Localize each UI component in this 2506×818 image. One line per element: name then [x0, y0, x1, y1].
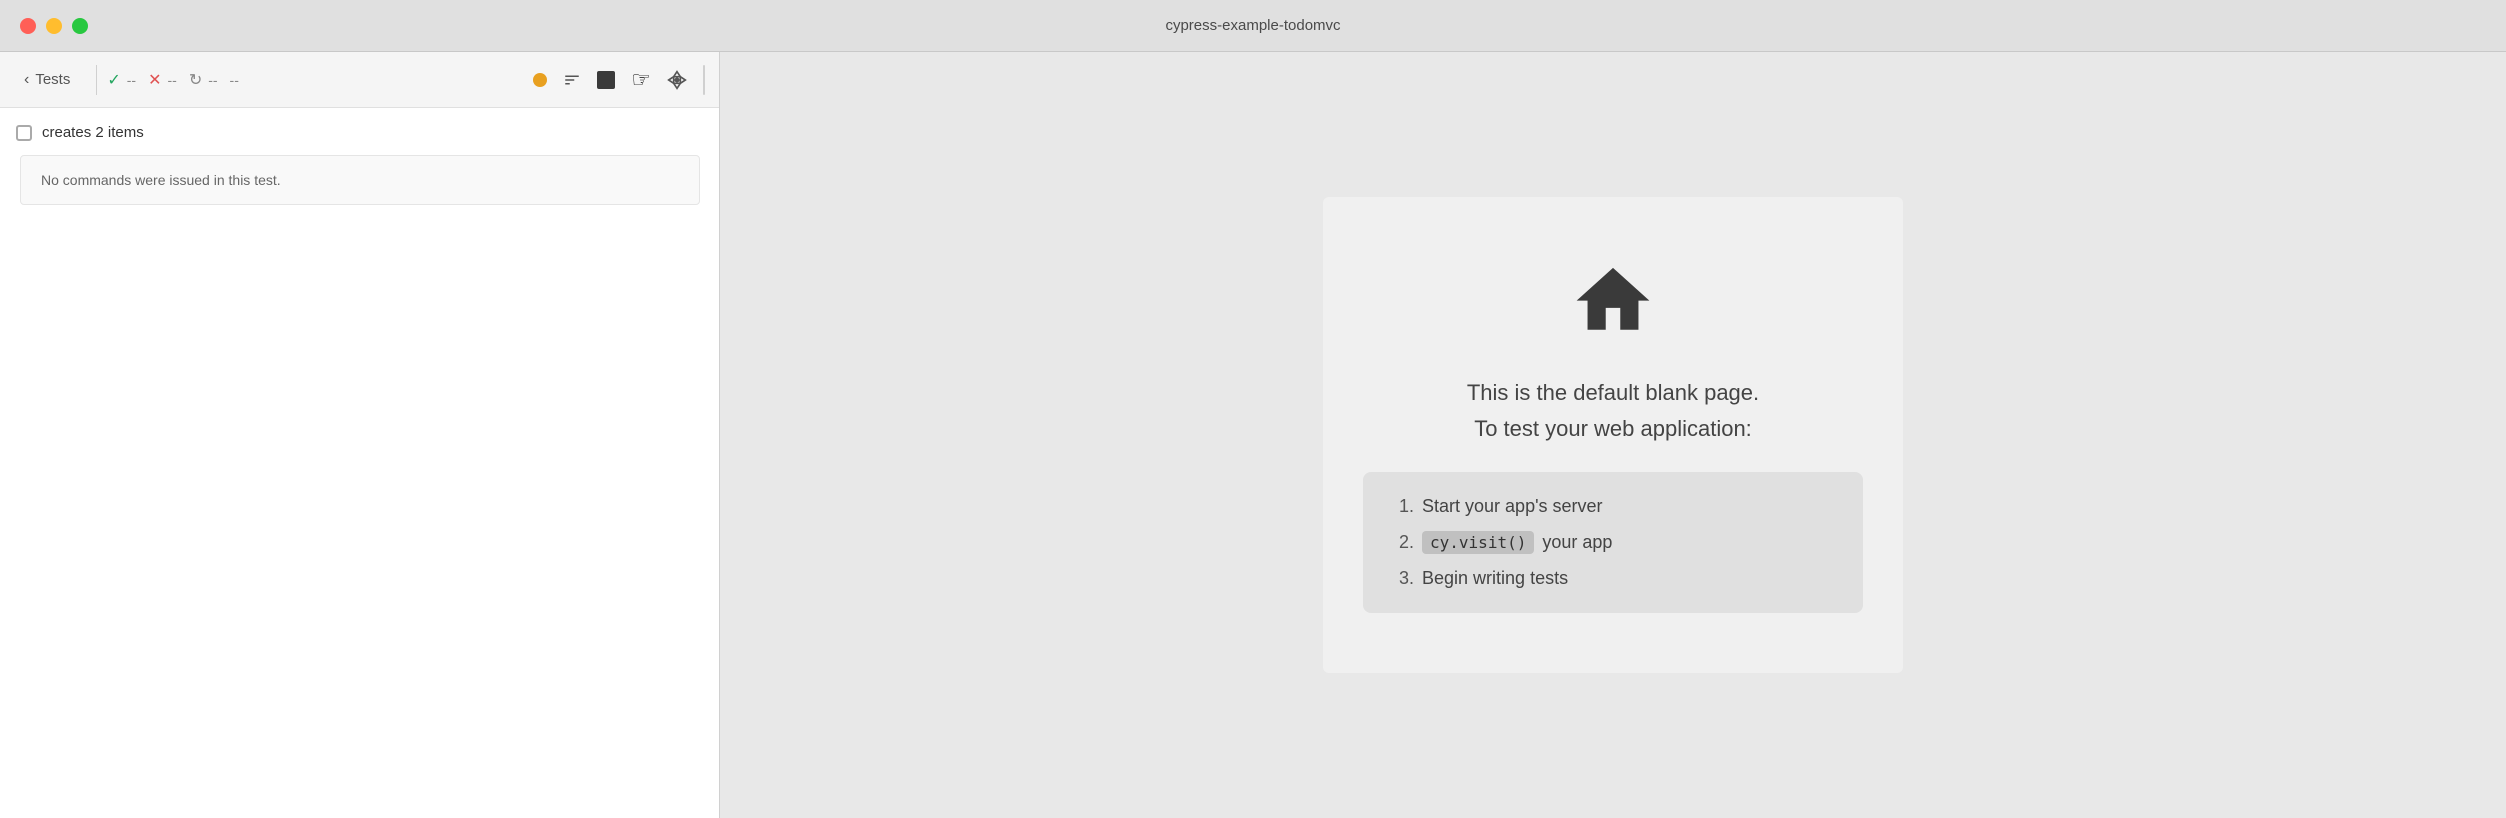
cy-visit-code: cy.visit() — [1422, 531, 1534, 554]
back-arrow-icon: ‹ — [24, 71, 29, 89]
stop-icon[interactable] — [597, 71, 615, 89]
sort-icon[interactable] — [563, 71, 581, 89]
right-panel: This is the default blank page. To test … — [720, 52, 2506, 818]
traffic-lights — [20, 18, 88, 34]
window-title: cypress-example-todomvc — [1165, 17, 1340, 34]
circle-icon: ↻ — [189, 70, 202, 90]
passed-count: -- — [127, 72, 136, 88]
status-dot-icon — [533, 73, 547, 87]
blank-page-subtitle: To test your web application: — [1474, 416, 1752, 442]
home-icon — [1568, 257, 1658, 350]
back-button[interactable]: ‹ Tests — [14, 65, 80, 95]
x-icon: ✕ — [148, 70, 161, 90]
test-item[interactable]: creates 2 items — [16, 124, 703, 141]
cursor-icon[interactable]: ☞ — [631, 67, 651, 93]
step-2: 2. cy.visit() your app — [1399, 531, 1827, 554]
back-label: Tests — [35, 71, 70, 88]
main-container: ‹ Tests ✓ -- ✕ -- ↻ -- -- — [0, 52, 2506, 818]
misc-count: -- — [230, 72, 239, 88]
steps-box: 1. Start your app's server 2. cy.visit()… — [1363, 472, 1863, 613]
fullscreen-button[interactable] — [72, 18, 88, 34]
steps-list: 1. Start your app's server 2. cy.visit()… — [1399, 496, 1827, 589]
pending-status: ↻ -- — [189, 70, 218, 90]
url-bar[interactable] — [703, 65, 705, 95]
title-bar: cypress-example-todomvc — [0, 0, 2506, 52]
diamond-crosshair-icon[interactable] — [667, 70, 687, 90]
test-content: creates 2 items No commands were issued … — [0, 108, 719, 818]
test-item-label: creates 2 items — [42, 124, 144, 141]
failed-count: -- — [167, 72, 176, 88]
misc-status: -- — [230, 72, 239, 88]
toolbar-separator — [96, 65, 97, 95]
passed-status: ✓ -- — [107, 70, 136, 90]
step-2-suffix: your app — [1542, 532, 1612, 553]
minimize-button[interactable] — [46, 18, 62, 34]
check-icon: ✓ — [107, 70, 120, 90]
step-1: 1. Start your app's server — [1399, 496, 1827, 517]
pending-count: -- — [208, 72, 217, 88]
toolbar-icons: ☞ — [533, 65, 705, 95]
blank-page-preview: This is the default blank page. To test … — [1323, 197, 1903, 673]
no-commands-box: No commands were issued in this test. — [20, 155, 700, 205]
close-button[interactable] — [20, 18, 36, 34]
test-checkbox[interactable] — [16, 125, 32, 141]
left-panel: ‹ Tests ✓ -- ✕ -- ↻ -- -- — [0, 52, 720, 818]
no-commands-text: No commands were issued in this test. — [41, 172, 281, 188]
step-3-text: Begin writing tests — [1422, 568, 1568, 589]
blank-page-title: This is the default blank page. — [1467, 380, 1759, 406]
failed-status: ✕ -- — [148, 70, 177, 90]
toolbar: ‹ Tests ✓ -- ✕ -- ↻ -- -- — [0, 52, 719, 108]
step-3: 3. Begin writing tests — [1399, 568, 1827, 589]
step-1-text: Start your app's server — [1422, 496, 1603, 517]
